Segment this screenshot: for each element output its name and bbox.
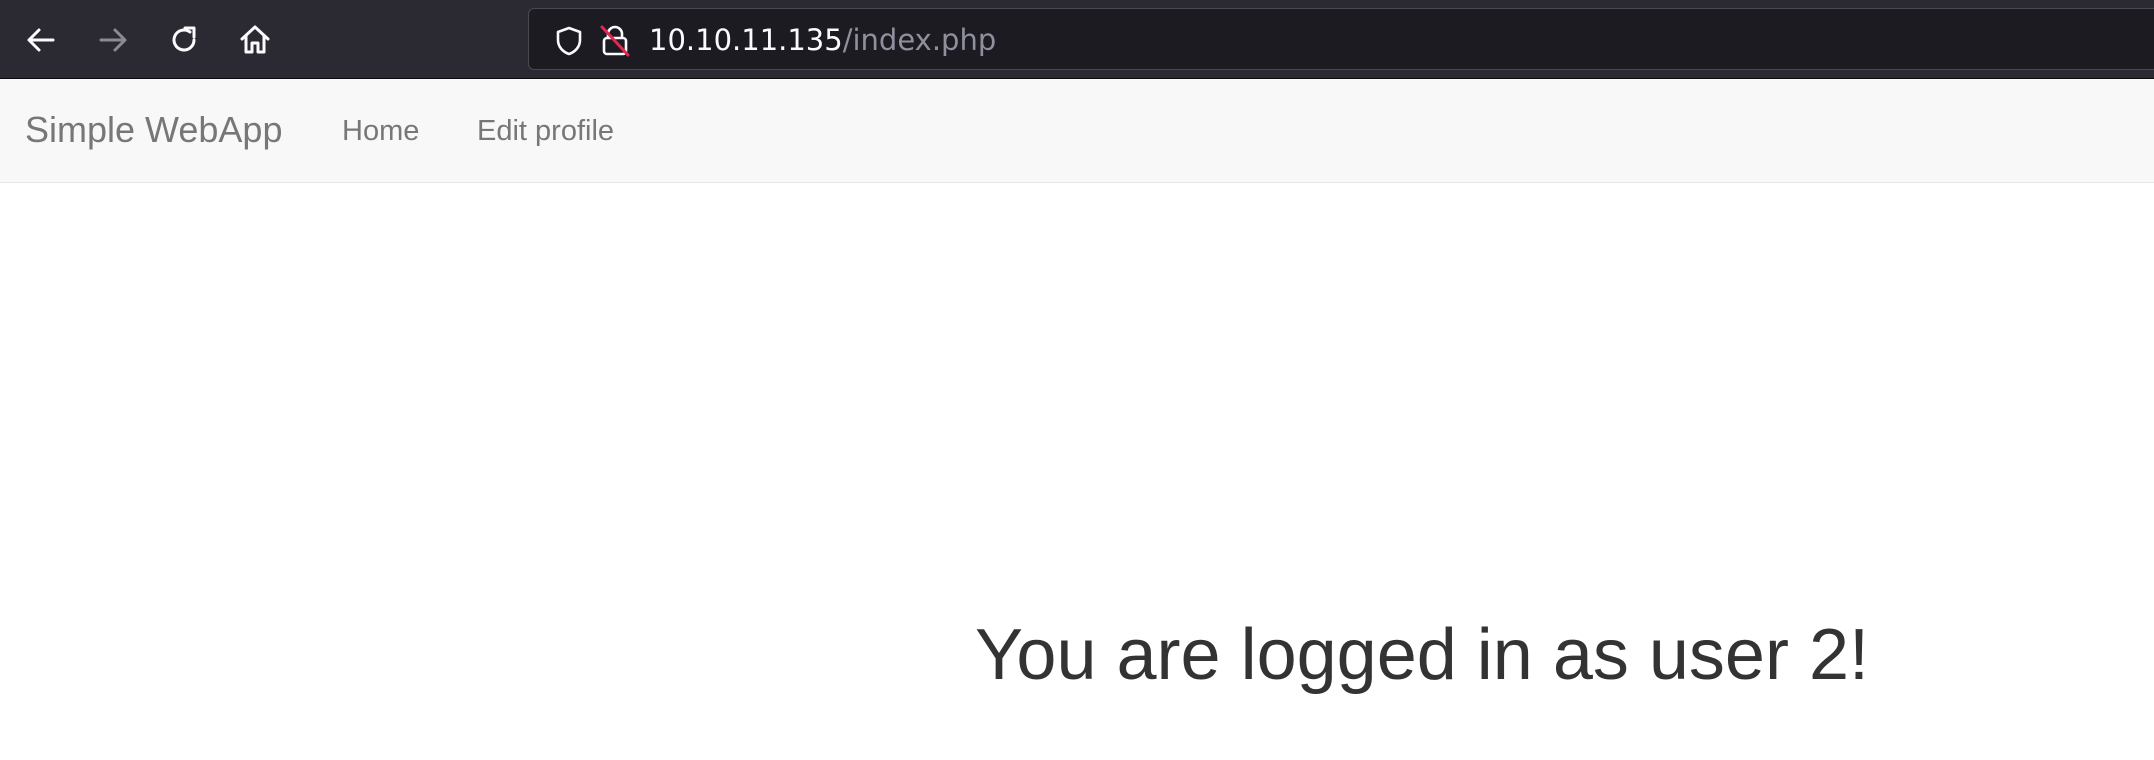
reload-button[interactable] — [162, 18, 206, 62]
page-heading: You are logged in as user 2! — [975, 615, 1869, 695]
shield-icon[interactable] — [555, 26, 583, 61]
address-bar[interactable]: 10.10.11.135/index.php — [528, 8, 2154, 70]
insecure-lock-icon[interactable] — [599, 24, 631, 63]
app-navbar: Simple WebApp Home Edit profile — [0, 79, 2154, 183]
forward-button[interactable] — [91, 18, 135, 62]
home-icon — [240, 25, 270, 54]
nav-link-home[interactable]: Home — [342, 114, 419, 148]
back-arrow-icon — [27, 28, 55, 52]
forward-arrow-icon — [99, 28, 127, 52]
navbar-brand[interactable]: Simple WebApp — [25, 110, 282, 150]
browser-toolbar: 10.10.11.135/index.php — [0, 0, 2154, 79]
home-button[interactable] — [233, 18, 277, 62]
back-button[interactable] — [19, 18, 63, 62]
url-host: 10.10.11.135 — [649, 23, 843, 57]
url-path: /index.php — [842, 23, 997, 57]
nav-link-edit-profile[interactable]: Edit profile — [477, 114, 614, 148]
url-text[interactable]: 10.10.11.135/index.php — [649, 23, 996, 57]
reload-icon — [172, 26, 196, 52]
